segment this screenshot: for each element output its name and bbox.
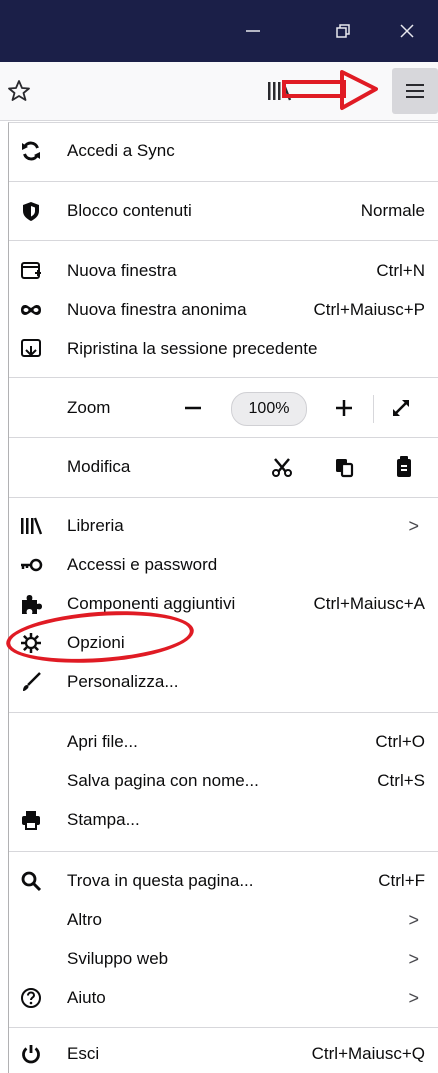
menu-separator [9, 1027, 438, 1028]
menu-item-help[interactable]: Aiuto > [9, 979, 438, 1017]
zoom-level: 100% [248, 400, 290, 417]
shield-icon [19, 199, 43, 223]
menu-item-label: Blocco contenuti [67, 201, 192, 220]
menu-separator [9, 181, 438, 182]
menu-item-sync[interactable]: Accedi a Sync [9, 132, 438, 170]
zoom-in-button[interactable] [332, 396, 356, 420]
navigation-toolbar [0, 62, 438, 121]
search-icon [19, 869, 43, 893]
clipboard-icon [397, 456, 411, 477]
menu-item-options[interactable]: Opzioni [9, 624, 438, 662]
menu-item-label: Ripristina la sessione precedente [67, 339, 318, 358]
menu-separator [9, 497, 438, 498]
menu-item-label: Accessi e password [67, 555, 218, 574]
menu-item-label: Salva pagina con nome... [67, 771, 259, 790]
chevron-right-icon: > [408, 515, 419, 536]
zoom-reset-button[interactable]: 100% [231, 392, 307, 426]
app-menu-panel: Accedi a Sync Blocco contenuti Normale N… [8, 122, 438, 1073]
menu-item-open-file[interactable]: Apri file... Ctrl+O [9, 723, 438, 761]
chevron-right-icon: > [408, 948, 419, 969]
menu-item-shortcut: Ctrl+Maiusc+P [313, 300, 425, 319]
menu-item-label: Personalizza... [67, 672, 179, 691]
menu-item-label: Altro [67, 910, 102, 929]
menu-item-shortcut: Ctrl+S [377, 771, 425, 790]
restore-session-icon [19, 337, 43, 361]
menu-item-shortcut: Ctrl+O [375, 732, 425, 751]
chevron-right-icon: > [408, 987, 419, 1008]
paintbrush-icon [19, 670, 43, 694]
private-mask-icon [19, 298, 43, 322]
printer-icon [19, 808, 43, 832]
menu-separator [9, 712, 438, 713]
menu-item-zoom: Zoom 100% [9, 389, 438, 427]
menu-separator [9, 377, 438, 378]
edit-label: Modifica [67, 457, 131, 476]
menu-item-label: Componenti aggiuntivi [67, 594, 236, 613]
menu-item-label: Nuova finestra [67, 261, 177, 280]
menu-item-quit[interactable]: Esci Ctrl+Maiusc+Q [9, 1035, 438, 1073]
help-icon [19, 986, 43, 1010]
menu-item-edit: Modifica [9, 448, 438, 486]
power-icon [19, 1042, 43, 1066]
hamburger-menu-icon[interactable] [392, 68, 438, 114]
puzzle-piece-icon [19, 592, 43, 616]
paste-button[interactable] [391, 454, 417, 480]
fullscreen-button[interactable] [389, 396, 413, 420]
menu-item-label: Libreria [67, 516, 124, 535]
menu-item-shortcut: Ctrl+F [378, 871, 425, 890]
menu-item-content-blocking[interactable]: Blocco contenuti Normale [9, 192, 438, 230]
menu-item-library[interactable]: Libreria > [9, 507, 438, 545]
content-blocking-status: Normale [360, 201, 425, 220]
zoom-out-button[interactable] [181, 396, 205, 420]
menu-item-label: Apri file... [67, 732, 138, 751]
menu-item-shortcut: Ctrl+Maiusc+Q [311, 1044, 425, 1063]
star-icon[interactable] [6, 78, 32, 104]
menu-item-new-window[interactable]: Nuova finestra Ctrl+N [9, 252, 438, 290]
menu-item-label: Trova in questa pagina... [67, 871, 254, 890]
copy-icon [336, 459, 354, 478]
scissors-icon [272, 458, 292, 477]
menu-separator [9, 240, 438, 241]
menu-item-save-page[interactable]: Salva pagina con nome... Ctrl+S [9, 762, 438, 800]
new-window-icon [19, 259, 43, 283]
menu-item-web-developer[interactable]: Sviluppo web > [9, 940, 438, 978]
zoom-divider [373, 395, 374, 423]
minimize-icon[interactable] [222, 0, 284, 62]
menu-item-private-window[interactable]: Nuova finestra anonima Ctrl+Maiusc+P [9, 291, 438, 329]
menu-item-customize[interactable]: Personalizza... [9, 663, 438, 701]
close-icon[interactable] [376, 0, 438, 62]
restore-icon[interactable] [312, 0, 374, 62]
menu-item-label: Sviluppo web [67, 949, 169, 968]
menu-separator [9, 851, 438, 852]
cut-button[interactable] [269, 454, 295, 480]
menu-item-label: Nuova finestra anonima [67, 300, 247, 319]
chevron-right-icon: > [408, 909, 419, 930]
menu-item-label: Aiuto [67, 988, 106, 1007]
gear-icon [19, 631, 43, 655]
window-titlebar [0, 0, 438, 62]
key-icon [19, 553, 43, 577]
menu-item-more[interactable]: Altro > [9, 901, 438, 939]
menu-item-print[interactable]: Stampa... [9, 801, 438, 839]
menu-item-logins[interactable]: Accessi e password [9, 546, 438, 584]
menu-item-label: Accedi a Sync [67, 141, 175, 160]
zoom-label: Zoom [67, 398, 111, 417]
menu-item-label: Opzioni [67, 633, 125, 652]
copy-button[interactable] [331, 454, 357, 480]
menu-item-addons[interactable]: Componenti aggiuntivi Ctrl+Maiusc+A [9, 585, 438, 623]
menu-item-label: Esci [67, 1044, 100, 1063]
library-icon [19, 514, 43, 538]
sync-icon [19, 139, 43, 163]
menu-item-find[interactable]: Trova in questa pagina... Ctrl+F [9, 862, 438, 900]
menu-separator [9, 437, 438, 438]
menu-item-shortcut: Ctrl+N [376, 261, 425, 280]
red-arrow-annotation [280, 68, 378, 112]
menu-item-label: Stampa... [67, 810, 140, 829]
menu-item-restore-session[interactable]: Ripristina la sessione precedente [9, 330, 438, 368]
menu-item-shortcut: Ctrl+Maiusc+A [313, 594, 425, 613]
